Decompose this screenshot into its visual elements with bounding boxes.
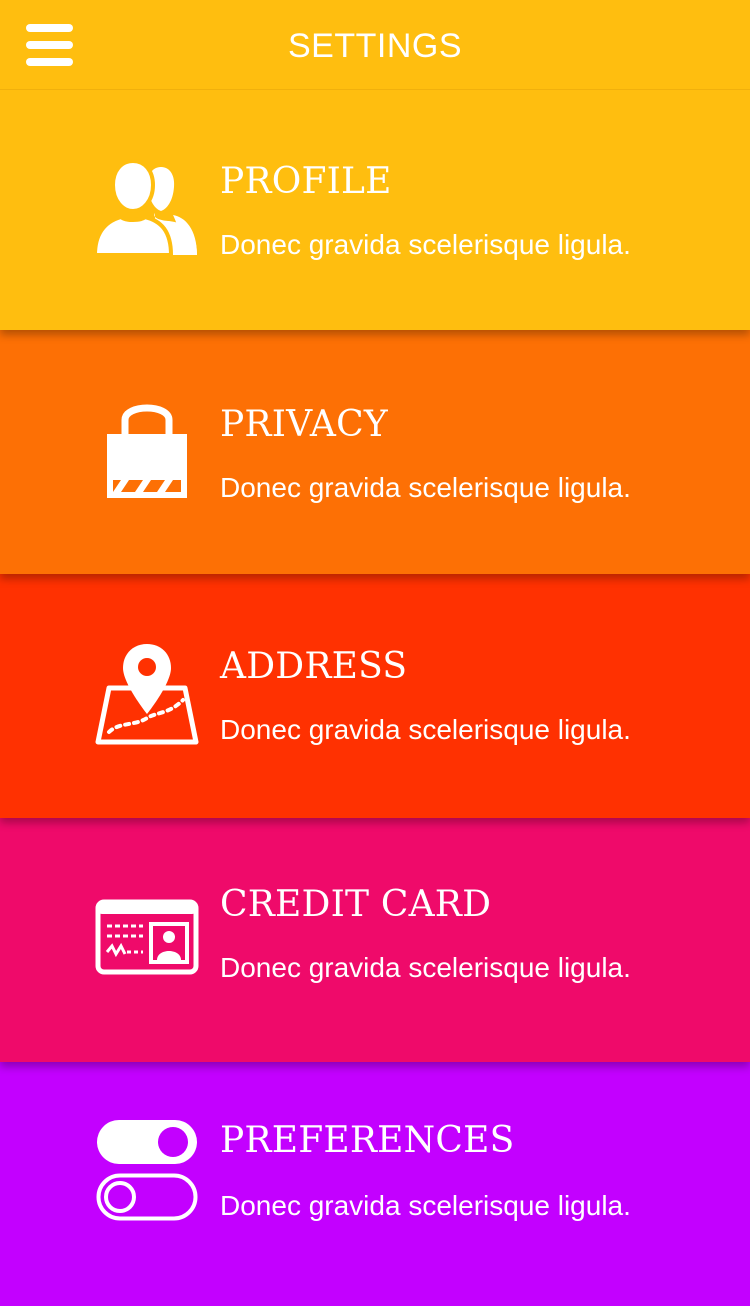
settings-item-subtitle: Donec gravida scelerisque ligula. (220, 229, 631, 260)
settings-item-subtitle: Donec gravida scelerisque ligula. (220, 714, 631, 745)
settings-item-subtitle: Donec gravida scelerisque ligula. (220, 472, 631, 503)
settings-item-preferences[interactable]: PREFERENCES Donec gravida scelerisque li… (0, 1062, 750, 1306)
map-pin-icon (95, 642, 199, 746)
users-icon (95, 159, 199, 263)
page-title: SETTINGS (287, 27, 463, 65)
app-header: SETTINGS (0, 0, 750, 90)
settings-item-title: PREFERENCES (220, 1120, 515, 1161)
settings-item-privacy[interactable]: PRIVACY Donec gravida scelerisque ligula… (0, 330, 750, 574)
settings-item-subtitle: Donec gravida scelerisque ligula. (220, 1190, 631, 1221)
toggles-icon (95, 1118, 199, 1222)
id-card-icon (95, 886, 199, 990)
settings-item-credit-card[interactable]: CREDIT CARD Donec gravida scelerisque li… (0, 818, 750, 1062)
settings-item-title: ADDRESS (220, 646, 408, 687)
settings-item-title: PROFILE (220, 161, 392, 202)
settings-item-subtitle: Donec gravida scelerisque ligula. (220, 952, 631, 983)
settings-item-title: PRIVACY (220, 404, 388, 445)
settings-item-title: CREDIT CARD (220, 884, 492, 925)
settings-item-profile[interactable]: PROFILE Donec gravida scelerisque ligula… (0, 89, 750, 330)
padlock-icon (95, 396, 199, 500)
settings-item-address[interactable]: ADDRESS Donec gravida scelerisque ligula… (0, 574, 750, 818)
